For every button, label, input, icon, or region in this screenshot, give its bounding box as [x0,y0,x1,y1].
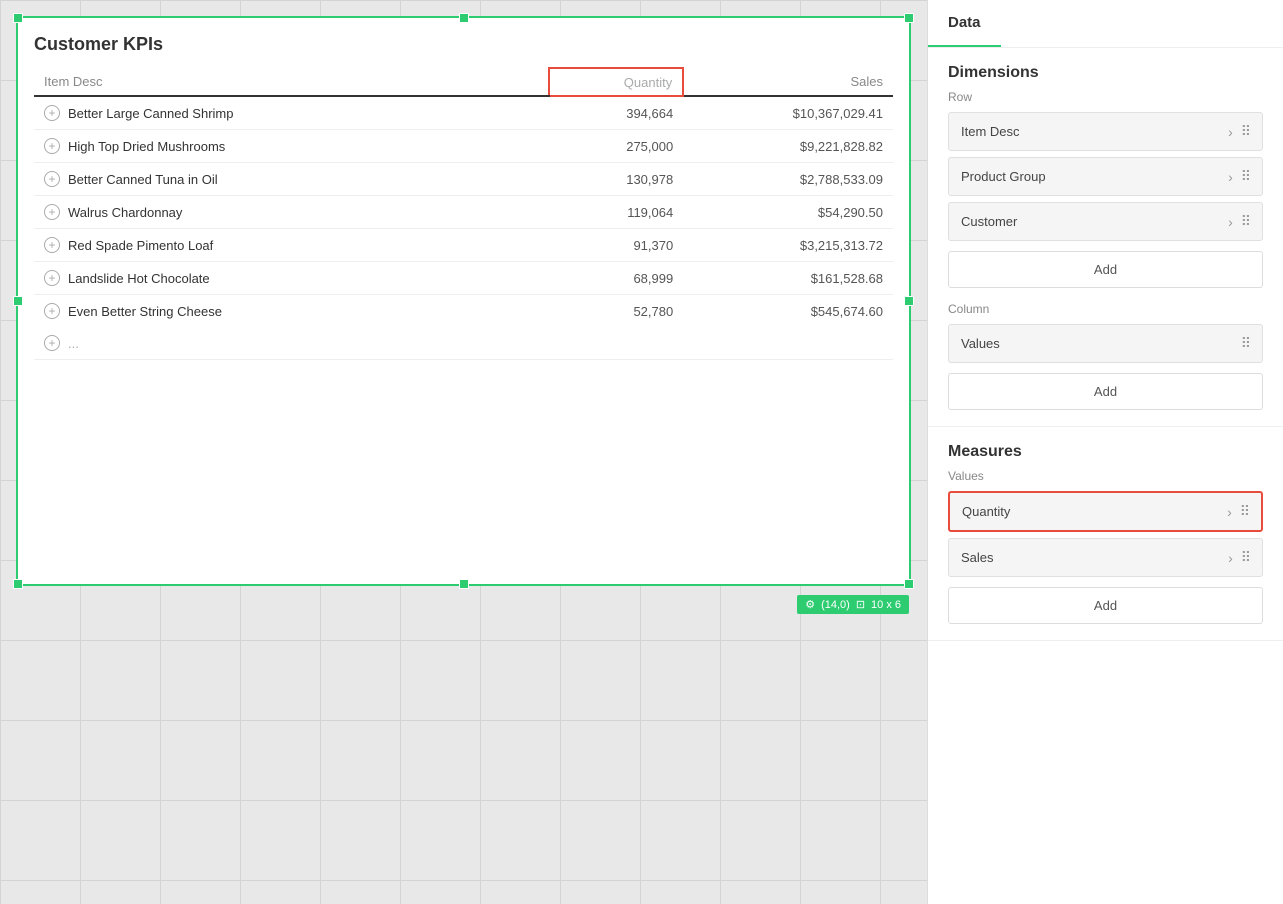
dimensions-section: Dimensions Row Item Desc › ⠿ Product Gro… [928,48,1283,427]
grid-icon-customer[interactable]: ⠿ [1241,213,1250,230]
table-cell-item: +Walrus Chardonnay [34,196,549,229]
table-cell-quantity: 275,000 [549,130,683,163]
expand-icon[interactable]: + [44,105,60,121]
table-row: +Better Canned Tuna in Oil130,978$2,788,… [34,163,893,196]
dimensions-title: Dimensions [948,64,1263,82]
main-canvas: Customer KPIs Item Desc Quantity Sales +… [0,0,927,904]
resize-icon: ⊡ [856,598,865,611]
measures-section: Measures Values Quantity › ⠿ Sales › ⠿ A… [928,427,1283,641]
data-table: Item Desc Quantity Sales +Better Large C… [34,67,893,327]
table-cell-quantity: 394,664 [549,96,683,130]
dimension-product-group[interactable]: Product Group › ⠿ [948,157,1263,196]
widget-title: Customer KPIs [34,34,893,55]
table-cell-sales: $10,367,029.41 [683,96,893,130]
expand-icon[interactable]: + [44,237,60,253]
table-cell-item: +Better Canned Tuna in Oil [34,163,549,196]
dimension-customer[interactable]: Customer › ⠿ [948,202,1263,241]
grid-icon-item-desc[interactable]: ⠿ [1241,123,1250,140]
add-column-dimension-button[interactable]: Add [948,373,1263,410]
truncated-label: ... [68,336,79,351]
row-label: Row [948,90,1263,104]
measures-values-label: Values [948,469,1263,483]
table-cell-sales: $161,528.68 [683,262,893,295]
resize-handle-bottom-left[interactable] [13,579,23,589]
table-row: +High Top Dried Mushrooms275,000$9,221,8… [34,130,893,163]
table-row: +Landslide Hot Chocolate68,999$161,528.6… [34,262,893,295]
col-header-item: Item Desc [34,68,549,96]
resize-handle-top[interactable] [459,13,469,23]
table-cell-item: +Better Large Canned Shrimp [34,96,549,130]
grid-icon-quantity[interactable]: ⠿ [1240,503,1249,520]
expand-icon[interactable]: + [44,138,60,154]
chevron-icon-customer: › [1228,214,1233,230]
widget-container: Customer KPIs Item Desc Quantity Sales +… [16,16,911,586]
measure-quantity[interactable]: Quantity › ⠿ [948,491,1263,532]
gear-icon: ⚙ [805,598,815,611]
truncated-row: + ... [34,327,893,360]
chevron-icon-sales: › [1228,550,1233,566]
customer-controls: › ⠿ [1228,213,1250,230]
resize-handle-bottom-right[interactable] [904,579,914,589]
right-sidebar: Data Dimensions Row Item Desc › ⠿ Produc… [927,0,1283,904]
position-badge: ⚙ (14,0) ⊡ 10 x 6 [797,595,909,614]
resize-handle-left[interactable] [13,296,23,306]
product-group-controls: › ⠿ [1228,168,1250,185]
table-cell-quantity: 52,780 [549,295,683,328]
table-row: +Better Large Canned Shrimp394,664$10,36… [34,96,893,130]
col-header-sales: Sales [683,68,893,96]
table-cell-item: +Landslide Hot Chocolate [34,262,549,295]
chevron-icon-quantity: › [1227,504,1232,520]
expand-icon[interactable]: + [44,204,60,220]
expand-icon[interactable]: + [44,270,60,286]
table-cell-quantity: 119,064 [549,196,683,229]
expand-icon-truncated[interactable]: + [44,335,60,351]
resize-handle-top-right[interactable] [904,13,914,23]
chevron-icon-item-desc: › [1228,124,1233,140]
grid-icon-sales[interactable]: ⠿ [1241,549,1250,566]
table-cell-item: +Even Better String Cheese [34,295,549,328]
table-cell-sales: $54,290.50 [683,196,893,229]
sales-controls: › ⠿ [1228,549,1250,566]
table-cell-quantity: 91,370 [549,229,683,262]
resize-handle-bottom[interactable] [459,579,469,589]
dimension-item-desc[interactable]: Item Desc › ⠿ [948,112,1263,151]
measure-sales[interactable]: Sales › ⠿ [948,538,1263,577]
grid-icon-values[interactable]: ⠿ [1241,335,1250,352]
expand-icon[interactable]: + [44,303,60,319]
item-desc-controls: › ⠿ [1228,123,1250,140]
add-row-dimension-button[interactable]: Add [948,251,1263,288]
size-text: 10 x 6 [871,599,901,611]
values-controls: ⠿ [1241,335,1250,352]
dimension-values[interactable]: Values ⠿ [948,324,1263,363]
measures-title: Measures [948,443,1263,461]
expand-icon[interactable]: + [44,171,60,187]
position-text: (14,0) [821,599,850,611]
table-cell-sales: $3,215,313.72 [683,229,893,262]
chevron-icon-product-group: › [1228,169,1233,185]
table-row: +Walrus Chardonnay119,064$54,290.50 [34,196,893,229]
table-cell-item: +High Top Dried Mushrooms [34,130,549,163]
resize-handle-right[interactable] [904,296,914,306]
resize-handle-top-left[interactable] [13,13,23,23]
table-cell-quantity: 68,999 [549,262,683,295]
table-cell-sales: $2,788,533.09 [683,163,893,196]
data-tab[interactable]: Data [928,0,1001,47]
add-measure-button[interactable]: Add [948,587,1263,624]
column-label: Column [948,302,1263,316]
quantity-label: Quantity [962,504,1010,519]
quantity-controls: › ⠿ [1227,503,1249,520]
values-label: Values [961,336,1000,351]
table-cell-item: +Red Spade Pimento Loaf [34,229,549,262]
table-cell-quantity: 130,978 [549,163,683,196]
table-row: +Even Better String Cheese52,780$545,674… [34,295,893,328]
customer-label: Customer [961,214,1017,229]
grid-icon-product-group[interactable]: ⠿ [1241,168,1250,185]
product-group-label: Product Group [961,169,1046,184]
table-row: +Red Spade Pimento Loaf91,370$3,215,313.… [34,229,893,262]
sales-label: Sales [961,550,994,565]
table-cell-sales: $545,674.60 [683,295,893,328]
col-header-quantity[interactable]: Quantity [549,68,683,96]
table-cell-sales: $9,221,828.82 [683,130,893,163]
item-desc-label: Item Desc [961,124,1020,139]
